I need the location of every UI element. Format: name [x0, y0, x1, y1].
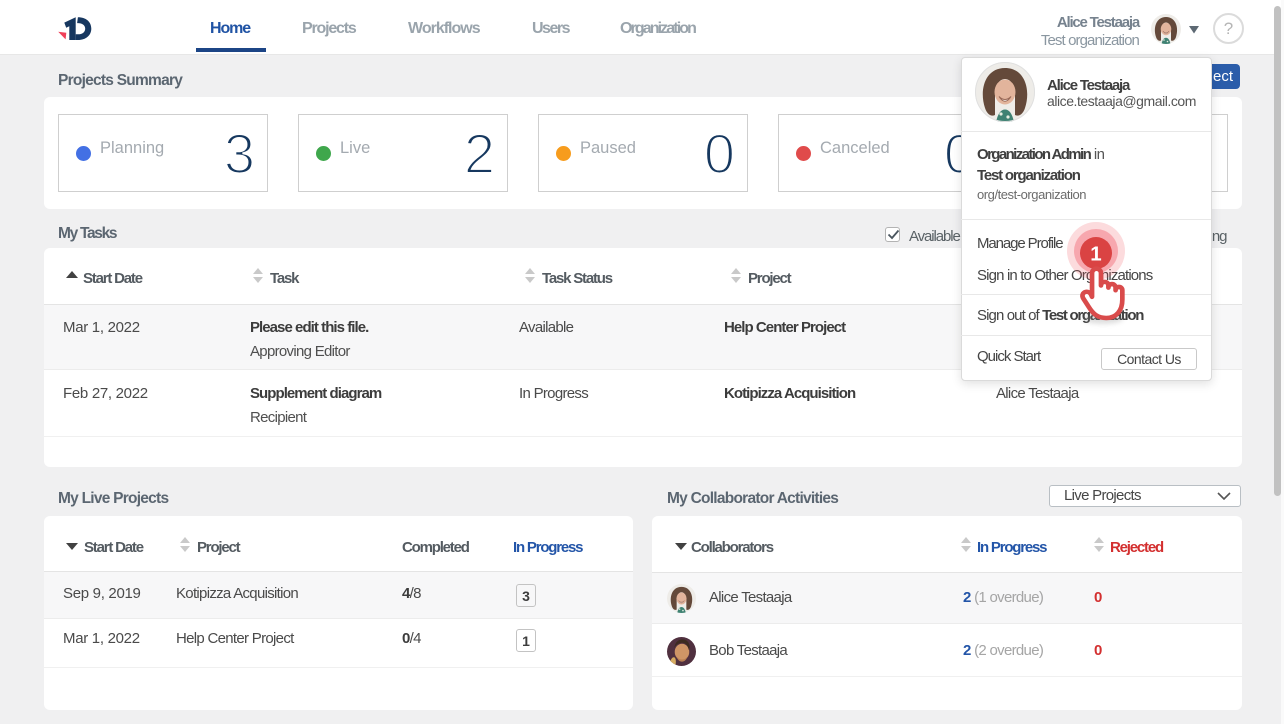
svg-text:1: 1	[1090, 243, 1101, 266]
